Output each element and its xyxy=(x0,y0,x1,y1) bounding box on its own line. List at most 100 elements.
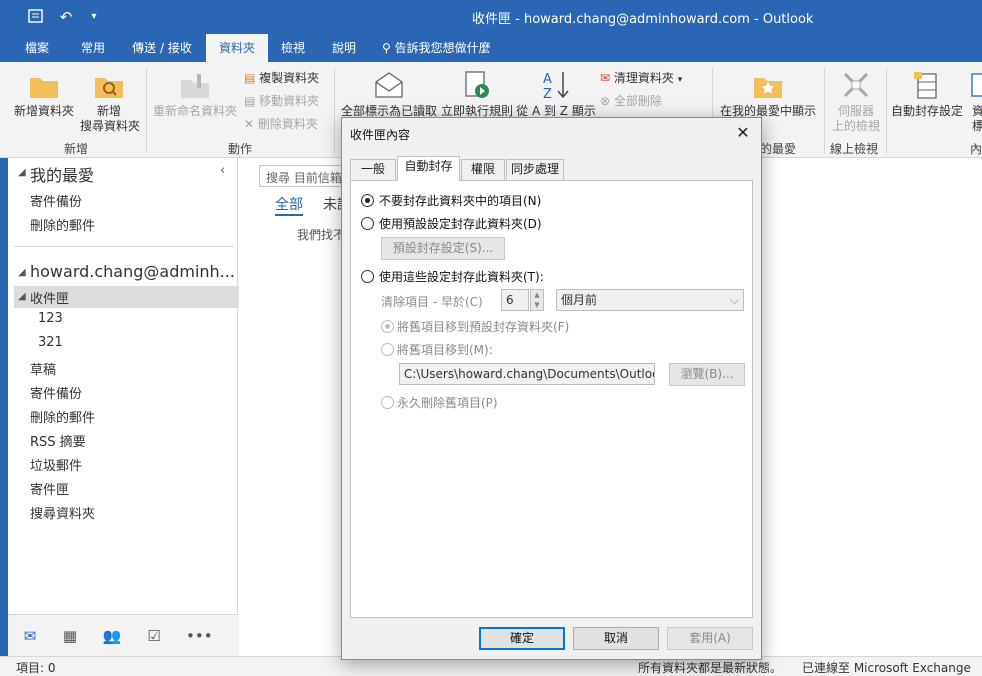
folder-junk[interactable]: 垃圾郵件 xyxy=(30,455,82,474)
ribbon-divider xyxy=(146,68,147,154)
tab-view[interactable]: 檢視 xyxy=(270,34,316,62)
fav-item-deleted[interactable]: 刪除的郵件 xyxy=(30,215,95,234)
collapse-triangle-icon[interactable]: ◢ xyxy=(18,267,26,278)
ribbon-divider xyxy=(886,68,887,154)
folder-rss[interactable]: RSS 摘要 xyxy=(30,431,86,450)
radio-custom-archive[interactable] xyxy=(361,270,374,283)
apply-button[interactable]: 套用(A) xyxy=(667,627,753,650)
tab-send-receive[interactable]: 傳送 / 接收 xyxy=(124,34,200,62)
default-archive-settings-button[interactable]: 預設封存設定(S)... xyxy=(381,237,505,260)
undo-icon[interactable]: ↶ xyxy=(56,7,76,27)
move-default-label[interactable]: 將舊項目移到預設封存資料夾(F) xyxy=(397,318,569,335)
calendar-icon[interactable]: ▦ xyxy=(60,627,80,645)
empty-folder-message: 我們找不 xyxy=(297,228,346,242)
delete-folder-button[interactable]: ✕ 刪除資料夾 xyxy=(244,116,318,132)
new-folder-button[interactable]: 新增資料夾 xyxy=(10,72,78,119)
cleanup-folder-icon: ✉ xyxy=(600,71,611,85)
favorite-folder-icon xyxy=(754,78,782,98)
tab-help[interactable]: 說明 xyxy=(322,34,366,62)
dropdown-arrow-icon: ▾ xyxy=(677,75,683,85)
account-header[interactable]: howard.chang@adminh... xyxy=(30,262,235,281)
move-folder-icon: ▤ xyxy=(244,94,256,108)
move-to-label[interactable]: 將舊項目移到(M): xyxy=(397,341,493,358)
search-folder-icon xyxy=(95,78,123,98)
folder-sent[interactable]: 寄件備份 xyxy=(30,383,82,402)
folder-outbox[interactable]: 寄件匣 xyxy=(30,479,69,498)
minimize-pane-icon[interactable]: ‹ xyxy=(220,163,225,178)
autoarchive-panel: 不要封存此資料夾中的項目(N) 使用預設設定封存此資料夾(D) 預設封存設定(S… xyxy=(350,180,753,618)
people-icon[interactable]: 👥 xyxy=(102,627,122,645)
collapse-triangle-icon[interactable]: ◢ xyxy=(18,291,26,302)
send-receive-all-icon[interactable] xyxy=(26,7,46,27)
default-archive-label[interactable]: 使用預設設定封存此資料夾(D) xyxy=(379,215,542,232)
group-online-label: 線上檢視 xyxy=(830,142,879,156)
age-unit-select[interactable]: 個月前 ⌵ xyxy=(556,289,744,311)
tab-permissions[interactable]: 權限 xyxy=(461,159,505,180)
age-value-input[interactable]: 6 xyxy=(501,289,529,311)
folder-properties-dialog: 收件匣內容 ✕ 一般 自動封存 權限 同步處理 不要封存此資料夾中的項目(N) … xyxy=(341,117,762,660)
radio-no-archive[interactable] xyxy=(361,194,374,207)
sort-a-to-z-button[interactable]: AZ 從 A 到 Z 顯示 xyxy=(516,70,596,119)
lightbulb-icon: ⚲ xyxy=(382,41,391,55)
tab-file[interactable]: 檔案 xyxy=(14,34,60,62)
archive-path-input[interactable]: C:\Users\howard.chang\Documents\Outlook xyxy=(399,363,655,385)
favorites-header[interactable]: 我的最愛 xyxy=(30,162,94,186)
group-favorites-label: 的最愛 xyxy=(760,142,797,156)
cleanup-folder-button[interactable]: ✉ 清理資料夾 ▾ xyxy=(600,70,682,88)
folder-inbox[interactable]: 收件匣 xyxy=(30,288,69,307)
copy-folder-button[interactable]: ▤ 複製資料夾 xyxy=(244,70,319,86)
sort-az-icon: AZ xyxy=(543,72,569,100)
move-folder-button[interactable]: ▤ 移動資料夾 xyxy=(244,93,319,109)
folder-properties-icon xyxy=(971,73,982,97)
filter-all-tab[interactable]: 全部 xyxy=(275,194,303,216)
delete-permanently-label[interactable]: 永久刪除舊項目(P) xyxy=(397,394,498,411)
ribbon-divider xyxy=(824,68,825,154)
copy-folder-icon: ▤ xyxy=(244,71,256,85)
folder-search-folders[interactable]: 搜尋資料夾 xyxy=(30,503,95,522)
item-count: 項目: 0 xyxy=(16,661,56,675)
customize-quick-access-icon[interactable]: ▾ xyxy=(84,7,104,27)
show-in-favorites-button[interactable]: 在我的最愛中顯示 xyxy=(718,70,818,119)
rename-folder-button[interactable]: 重新命名資料夾 xyxy=(152,72,238,119)
group-new-label: 新增 xyxy=(64,142,89,156)
open-envelope-icon xyxy=(375,72,403,98)
mark-all-read-button[interactable]: 全部標示為已讀取 xyxy=(340,70,438,119)
dialog-title: 收件匣內容 xyxy=(350,128,411,142)
run-rules-button[interactable]: 立即執行規則 xyxy=(440,70,514,119)
folder-drafts[interactable]: 草稿 xyxy=(30,359,56,378)
folder-pane: ◢ 我的最愛 ‹ 寄件備份 刪除的郵件 ◢ howard.chang@admin… xyxy=(8,158,240,614)
radio-default-archive[interactable] xyxy=(361,217,374,230)
no-archive-label[interactable]: 不要封存此資料夾中的項目(N) xyxy=(379,192,541,209)
new-search-folder-button[interactable]: 新增 搜尋資料夾 xyxy=(80,72,140,134)
collapse-triangle-icon[interactable]: ◢ xyxy=(18,167,26,178)
tab-autoarchive[interactable]: 自動封存 xyxy=(397,156,460,181)
tab-folder[interactable]: 資料夾 xyxy=(206,34,268,62)
new-folder-icon xyxy=(30,78,58,98)
autoarchive-settings-button[interactable]: 自動封存設定 xyxy=(890,70,964,119)
delete-all-button[interactable]: ⊗ 全部刪除 xyxy=(600,93,662,109)
close-icon[interactable]: ✕ xyxy=(731,122,755,144)
archive-cabinet-icon xyxy=(914,72,937,99)
fav-item-sent[interactable]: 寄件備份 xyxy=(30,191,82,210)
folder-123[interactable]: 123 xyxy=(38,311,63,326)
browse-button[interactable]: 瀏覽(B)... xyxy=(669,363,745,386)
folder-properties-button[interactable]: 資 標 xyxy=(966,70,982,134)
ok-button[interactable]: 確定 xyxy=(479,627,565,650)
tell-me-box[interactable]: ⚲ 告訴我您想做什麼 xyxy=(382,34,502,62)
radio-delete-permanently[interactable] xyxy=(381,396,394,409)
more-icon[interactable]: ••• xyxy=(186,627,213,645)
server-view-button[interactable]: 伺服器 上的檢視 xyxy=(828,70,884,134)
tab-general[interactable]: 一般 xyxy=(350,159,396,180)
radio-move-default[interactable] xyxy=(381,320,394,333)
folder-321[interactable]: 321 xyxy=(38,335,63,350)
tasks-icon[interactable]: ☑ xyxy=(144,627,164,645)
cancel-button[interactable]: 取消 xyxy=(573,627,659,650)
tab-sync[interactable]: 同步處理 xyxy=(506,159,564,180)
tab-home[interactable]: 常用 xyxy=(70,34,116,62)
folder-deleted[interactable]: 刪除的郵件 xyxy=(30,407,95,426)
radio-move-to[interactable] xyxy=(381,343,394,356)
chevron-down-icon: ⌵ xyxy=(729,293,739,307)
age-spinner-icon[interactable]: ▲ ▼ xyxy=(530,289,544,311)
custom-archive-label[interactable]: 使用這些設定封存此資料夾(T): xyxy=(379,268,544,285)
mail-icon[interactable]: ✉ xyxy=(20,627,40,645)
